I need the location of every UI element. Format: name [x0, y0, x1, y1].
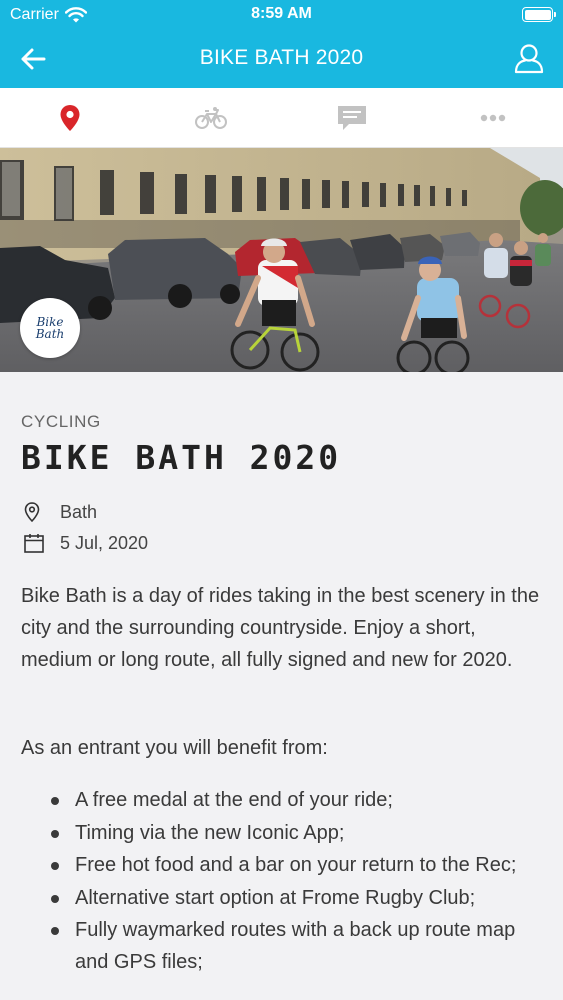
list-item: Timing via the new Iconic App;	[21, 817, 541, 849]
profile-button[interactable]	[511, 40, 547, 76]
list-item: Fully waymarked routes with a back up ro…	[21, 914, 541, 978]
event-tab-bar	[0, 88, 563, 148]
bicycle-icon	[195, 106, 228, 129]
hero-photo	[0, 148, 563, 372]
back-button[interactable]	[16, 43, 50, 75]
tab-routes[interactable]	[141, 88, 282, 147]
location-outline-icon	[24, 500, 50, 524]
list-item: Alternative start option at Frome Rugby …	[21, 882, 541, 914]
event-date-row: 5 Jul, 2020	[21, 531, 148, 555]
benefits-intro: As an entrant you will benefit from:	[21, 737, 328, 759]
list-item: Free hot food and a bar on your return t…	[21, 849, 541, 881]
battery-icon	[522, 7, 556, 22]
user-icon	[514, 44, 544, 74]
event-category: CYCLING	[21, 412, 101, 431]
event-description: Bike Bath is a day of rides taking in th…	[21, 585, 540, 671]
calendar-icon	[24, 531, 50, 555]
location-pin-icon	[60, 104, 80, 131]
event-location: Bath	[60, 501, 98, 522]
event-date: 5 Jul, 2020	[60, 532, 149, 553]
logo-text-bath: Bath	[35, 327, 65, 341]
tab-location[interactable]	[0, 88, 141, 147]
more-icon	[480, 114, 505, 121]
status-time: 8:59 AM	[251, 5, 312, 22]
list-item: A free medal at the end of your ride;	[21, 784, 541, 816]
nav-title: BIKE BATH 2020	[199, 46, 364, 69]
status-bar: Carrier 8:59 AM	[0, 0, 563, 30]
event-hero-image: Bike Bath	[0, 148, 563, 372]
chat-icon	[337, 105, 366, 130]
battery-level	[524, 9, 551, 20]
event-location-row: Bath	[21, 500, 97, 524]
tab-more[interactable]	[422, 88, 563, 147]
navigation-bar: BIKE BATH 2020	[0, 30, 563, 88]
tab-messages[interactable]	[282, 88, 423, 147]
event-logo: Bike Bath	[20, 298, 80, 358]
benefits-list: A free medal at the end of your ride; Ti…	[21, 784, 541, 979]
event-title: BIKE BATH 2020	[21, 438, 342, 477]
arrow-left-icon	[21, 48, 46, 70]
